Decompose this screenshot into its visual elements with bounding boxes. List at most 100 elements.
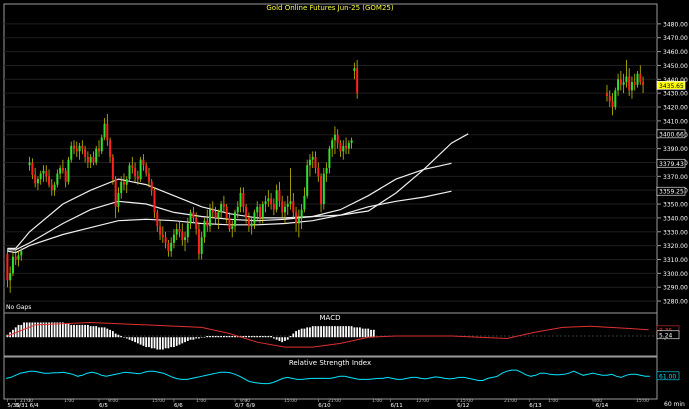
candle-body xyxy=(181,231,184,241)
macd-histogram-bar xyxy=(297,329,300,338)
macd-histogram-bar xyxy=(128,337,131,340)
macd-histogram-bar xyxy=(125,337,128,339)
time-tick-label: 15:00 xyxy=(284,398,297,404)
price-last-label: 3379.43 xyxy=(659,161,684,168)
candle-body xyxy=(167,242,170,252)
candle-body xyxy=(184,237,187,241)
candle-body xyxy=(317,168,320,177)
macd-histogram-bar xyxy=(270,336,272,338)
macd-histogram-bar xyxy=(103,327,106,338)
macd-histogram-bar xyxy=(114,333,117,338)
macd-histogram-bar xyxy=(203,337,206,338)
time-tick-label: 9:00 xyxy=(108,398,118,404)
macd-histogram-bar xyxy=(167,337,170,349)
macd-histogram-bar xyxy=(309,327,311,338)
price-tick-label: 3390.00 xyxy=(663,146,688,153)
macd-histogram-bar xyxy=(120,336,123,338)
candle-body xyxy=(345,145,348,149)
macd-histogram-bar xyxy=(228,336,231,338)
price-tick-label: 3480.00 xyxy=(663,21,688,28)
macd-histogram-bar xyxy=(117,334,120,338)
candle-body xyxy=(142,159,145,166)
candle-body xyxy=(611,101,614,108)
macd-histogram-bar xyxy=(234,336,236,338)
macd-histogram-bar xyxy=(325,326,328,338)
candle-body xyxy=(308,159,311,166)
macd-histogram-bar xyxy=(284,337,286,341)
candle-body xyxy=(161,234,164,238)
date-tick-label: 6/5 xyxy=(99,403,108,409)
price-tick-label: 3460.00 xyxy=(663,49,688,56)
candle-body xyxy=(303,195,306,210)
candle-body xyxy=(103,123,106,138)
candle-body xyxy=(222,204,225,207)
candle-body xyxy=(253,212,256,224)
candle-body xyxy=(333,134,336,141)
macd-histogram-bar xyxy=(225,336,228,338)
candle-body xyxy=(336,134,339,144)
candle-body xyxy=(339,143,342,152)
candle-body xyxy=(86,156,89,163)
macd-histogram-bar xyxy=(295,331,297,338)
macd-histogram-bar xyxy=(89,326,92,338)
candle-body xyxy=(59,168,62,174)
candle-body xyxy=(295,212,298,224)
macd-histogram-bar xyxy=(164,337,167,349)
macd-histogram-bar xyxy=(139,337,142,345)
candle-body xyxy=(81,145,84,149)
macd-histogram-bar xyxy=(136,337,139,344)
candle-body xyxy=(172,234,175,243)
macd-histogram-bar xyxy=(161,337,164,350)
no-gaps-label: No Gaps xyxy=(6,304,31,311)
macd-histogram-bar xyxy=(186,337,189,341)
candle-body xyxy=(281,201,284,213)
candle-body xyxy=(197,228,200,254)
candle-body xyxy=(258,206,261,218)
macd-histogram-bar xyxy=(150,337,153,349)
candle-body xyxy=(164,237,167,243)
time-unit-label: 60 min xyxy=(664,401,685,408)
candle-body xyxy=(122,181,125,185)
macd-histogram-bar xyxy=(175,337,178,346)
candle-body xyxy=(95,148,98,163)
macd-histogram-bar xyxy=(292,333,295,338)
candle-body xyxy=(297,217,300,224)
chart-canvas: Gold Online Futures Jun-25 (GOM25) No Ga… xyxy=(3,3,688,409)
candle-body xyxy=(300,209,303,218)
macd-histogram-bar xyxy=(106,328,109,338)
candle-body xyxy=(111,156,114,180)
candle-body xyxy=(275,190,278,210)
macd-histogram-bar xyxy=(356,327,359,338)
macd-histogram-bar xyxy=(211,336,214,338)
candle-body xyxy=(100,137,103,152)
date-tick-label: 6/6 xyxy=(174,403,183,409)
macd-histogram-bar xyxy=(123,337,125,338)
macd-histogram-bar xyxy=(342,326,345,338)
price-last-label: 3359.25 xyxy=(659,189,684,196)
candle-body xyxy=(245,206,248,218)
macd-histogram-bar xyxy=(131,337,134,341)
candle-body xyxy=(250,223,253,227)
candle-body xyxy=(325,168,328,174)
candle-body xyxy=(311,156,314,160)
candle-body xyxy=(234,212,237,227)
time-tick-label: 21:00 xyxy=(328,398,341,404)
rsi-y-axis: 6061.00 xyxy=(656,371,680,381)
macd-histogram-bar xyxy=(245,336,248,338)
candle-body xyxy=(328,148,331,169)
candle-body xyxy=(236,206,239,213)
candle-body xyxy=(320,176,323,205)
candle-body xyxy=(150,181,153,191)
macd-histogram-bar xyxy=(328,326,331,338)
candle-body xyxy=(134,168,137,177)
macd-histogram-bar xyxy=(250,336,253,338)
candle-body xyxy=(256,206,259,213)
price-panel-bg xyxy=(3,3,658,314)
macd-histogram-bar xyxy=(231,336,234,338)
price-tick-label: 3310.00 xyxy=(663,257,688,264)
time-tick-label: 21:00 xyxy=(20,398,33,404)
candle-body xyxy=(270,198,273,205)
candle-body xyxy=(331,140,334,149)
candle-body xyxy=(147,173,150,182)
macd-histogram-bar xyxy=(259,336,261,338)
